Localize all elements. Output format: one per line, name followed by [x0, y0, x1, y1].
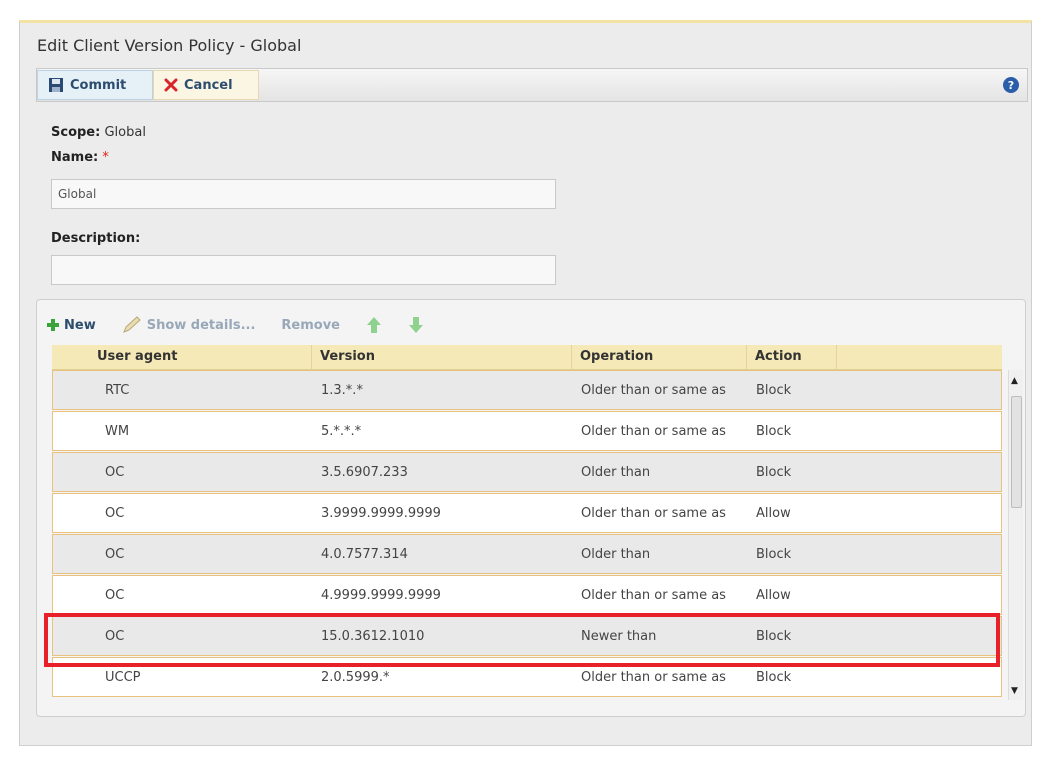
scroll-down-icon[interactable]: ▼: [1011, 686, 1018, 696]
help-icon[interactable]: ?: [1003, 77, 1019, 93]
table-row[interactable]: RTC 1.3.*.* Older than or same as Block: [52, 370, 1002, 410]
cell-operation: Older than or same as: [581, 423, 726, 439]
cell-action: Block: [756, 628, 792, 644]
column-operation[interactable]: Operation: [572, 345, 747, 369]
cell-action: Block: [756, 382, 792, 398]
move-up-button[interactable]: [366, 316, 382, 334]
grid-toolbar: New Show details... Remove: [47, 312, 424, 338]
cell-version: 5.*.*.*: [321, 423, 362, 439]
cell-user-agent: OC: [105, 628, 125, 644]
table-row[interactable]: UCCP 2.0.5999.* Older than or same as Bl…: [52, 657, 1002, 697]
cancel-label: Cancel: [184, 77, 233, 93]
description-label-row: Description:: [51, 231, 140, 246]
remove-button[interactable]: Remove: [281, 318, 340, 333]
save-icon: [49, 78, 63, 92]
policy-rules-grid: New Show details... Remove User agent Ve…: [36, 299, 1026, 717]
cell-action: Block: [756, 546, 792, 562]
cell-user-agent: OC: [105, 587, 125, 603]
cell-action: Allow: [756, 587, 791, 603]
cell-version: 1.3.*.*: [321, 382, 363, 398]
cell-version: 3.9999.9999.9999: [321, 505, 441, 521]
cell-version: 2.0.5999.*: [321, 669, 390, 685]
cell-user-agent: UCCP: [105, 669, 141, 685]
table-body: RTC 1.3.*.* Older than or same as Block …: [52, 370, 1002, 698]
table-row[interactable]: OC 4.0.7577.314 Older than Block: [52, 534, 1002, 574]
toolbar: Commit Cancel ?: [36, 68, 1028, 102]
cell-action: Allow: [756, 505, 791, 521]
show-details-label: Show details...: [146, 317, 256, 333]
cell-action: Block: [756, 669, 792, 685]
cell-operation: Older than or same as: [581, 382, 726, 398]
cell-version: 4.9999.9999.9999: [321, 587, 441, 603]
dialog-title: Edit Client Version Policy - Global: [37, 36, 302, 55]
cell-action: Block: [756, 423, 792, 439]
cell-action: Block: [756, 464, 792, 480]
table-row-highlighted[interactable]: OC 15.0.3612.1010 Newer than Block: [52, 616, 1002, 656]
column-version[interactable]: Version: [312, 345, 572, 369]
cell-version: 15.0.3612.1010: [321, 628, 425, 644]
move-down-button[interactable]: [408, 316, 424, 334]
table-scrollbar[interactable]: ▲ ▼: [1008, 370, 1023, 700]
name-input[interactable]: [51, 179, 556, 209]
cell-operation: Older than: [581, 464, 651, 480]
cell-operation: Older than or same as: [581, 505, 726, 521]
close-icon: [164, 78, 178, 92]
table-header: User agent Version Operation Action: [52, 345, 1002, 370]
cell-version: 3.5.6907.233: [321, 464, 408, 480]
dialog-panel: Edit Client Version Policy - Global Comm…: [19, 20, 1032, 746]
cell-user-agent: OC: [105, 505, 125, 521]
arrow-up-icon: [367, 317, 381, 333]
cell-user-agent: OC: [105, 546, 125, 562]
cell-operation: Newer than: [581, 628, 657, 644]
column-user-agent[interactable]: User agent: [52, 345, 312, 369]
scope-value: Global: [104, 125, 146, 140]
cell-operation: Older than or same as: [581, 669, 726, 685]
new-button[interactable]: New: [47, 318, 96, 333]
new-label: New: [64, 317, 96, 333]
name-label: Name:: [51, 150, 99, 165]
cell-user-agent: WM: [105, 423, 130, 439]
table-row[interactable]: OC 4.9999.9999.9999 Older than or same a…: [52, 575, 1002, 615]
column-action[interactable]: Action: [747, 345, 837, 369]
scroll-up-icon[interactable]: ▲: [1011, 376, 1018, 386]
cell-operation: Older than: [581, 546, 651, 562]
commit-button[interactable]: Commit: [37, 70, 153, 100]
cell-version: 4.0.7577.314: [321, 546, 408, 562]
description-input[interactable]: [51, 255, 556, 285]
arrow-down-icon: [409, 317, 423, 333]
name-label-row: Name: *: [51, 150, 109, 165]
column-filler: [837, 345, 1002, 369]
cell-user-agent: OC: [105, 464, 125, 480]
table-row[interactable]: WM 5.*.*.* Older than or same as Block: [52, 411, 1002, 451]
required-marker: *: [102, 150, 109, 165]
commit-label: Commit: [70, 77, 127, 93]
show-details-button[interactable]: Show details...: [122, 316, 256, 334]
cell-operation: Older than or same as: [581, 587, 726, 603]
remove-label: Remove: [281, 317, 340, 333]
scope-row: Scope: Global: [51, 125, 146, 140]
table-row[interactable]: OC 3.9999.9999.9999 Older than or same a…: [52, 493, 1002, 533]
cell-user-agent: RTC: [105, 382, 130, 398]
scroll-thumb[interactable]: [1011, 396, 1022, 508]
table-row[interactable]: OC 3.5.6907.233 Older than Block: [52, 452, 1002, 492]
plus-icon: [47, 319, 59, 331]
cancel-button[interactable]: Cancel: [153, 70, 259, 100]
description-label: Description:: [51, 231, 141, 246]
scope-label: Scope:: [51, 125, 101, 140]
pencil-icon: [122, 316, 141, 333]
